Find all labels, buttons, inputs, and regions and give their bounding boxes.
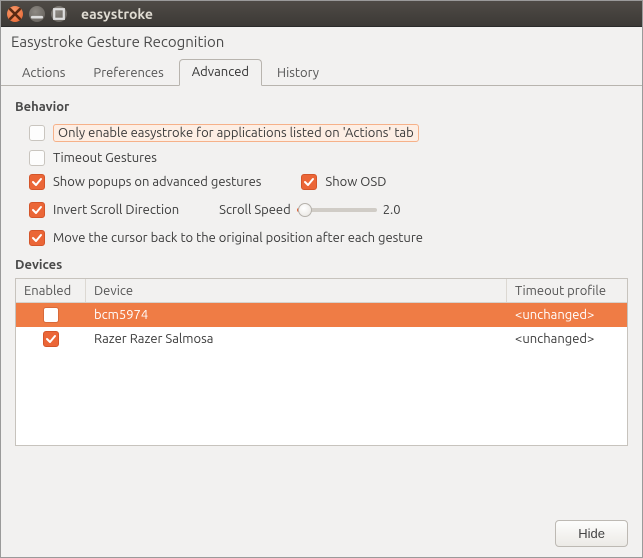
- device-timeout: <unchanged>: [507, 332, 627, 346]
- col-timeout[interactable]: Timeout profile: [507, 279, 627, 302]
- behavior-heading: Behavior: [15, 100, 628, 114]
- table-header: Enabled Device Timeout profile: [16, 279, 627, 303]
- col-enabled[interactable]: Enabled: [16, 279, 86, 302]
- devices-heading: Devices: [15, 258, 628, 272]
- tab-preferences[interactable]: Preferences: [80, 60, 176, 86]
- scroll-speed-label: Scroll Speed: [219, 203, 291, 217]
- show-popups-label: Show popups on advanced gestures: [53, 175, 261, 189]
- invert-scroll-label: Invert Scroll Direction: [53, 203, 179, 217]
- scroll-speed-slider[interactable]: [297, 208, 377, 212]
- invert-scroll-checkbox[interactable]: [29, 202, 45, 218]
- timeout-gestures-checkbox[interactable]: [29, 150, 45, 166]
- window-title: easystroke: [81, 6, 153, 22]
- move-cursor-checkbox[interactable]: [29, 230, 45, 246]
- window-subtitle: Easystroke Gesture Recognition: [1, 27, 642, 58]
- scroll-speed-value: 2.0: [383, 203, 401, 217]
- only-enable-checkbox[interactable]: [29, 125, 45, 141]
- close-icon[interactable]: [7, 6, 23, 22]
- footer: Hide: [555, 520, 628, 547]
- app-window: easystroke Easystroke Gesture Recognitio…: [0, 0, 643, 558]
- maximize-icon[interactable]: [51, 6, 67, 22]
- show-osd-checkbox[interactable]: [301, 174, 317, 190]
- table-row[interactable]: bcm5974 <unchanged>: [16, 303, 627, 327]
- device-name: bcm5974: [86, 308, 507, 322]
- show-osd-label: Show OSD: [325, 175, 386, 189]
- slider-thumb-icon[interactable]: [298, 203, 312, 217]
- titlebar: easystroke: [1, 1, 642, 27]
- move-cursor-row: Move the cursor back to the original pos…: [15, 226, 628, 250]
- tab-history[interactable]: History: [264, 60, 332, 86]
- hide-button[interactable]: Hide: [555, 520, 628, 547]
- tab-advanced[interactable]: Advanced: [179, 59, 262, 86]
- tab-actions[interactable]: Actions: [9, 60, 78, 86]
- only-enable-label: Only enable easystroke for applications …: [53, 124, 419, 142]
- tabs: Actions Preferences Advanced History: [1, 58, 642, 86]
- devices-table: Enabled Device Timeout profile bcm5974 <…: [15, 278, 628, 446]
- device-enabled-checkbox[interactable]: [43, 307, 59, 323]
- device-timeout: <unchanged>: [507, 308, 627, 322]
- device-enabled-checkbox[interactable]: [43, 331, 59, 347]
- device-name: Razer Razer Salmosa: [86, 332, 507, 346]
- timeout-gestures-row: Timeout Gestures: [15, 146, 628, 170]
- only-enable-row: Only enable easystroke for applications …: [15, 120, 628, 146]
- timeout-gestures-label: Timeout Gestures: [53, 151, 157, 165]
- move-cursor-label: Move the cursor back to the original pos…: [53, 231, 423, 245]
- col-device[interactable]: Device: [86, 279, 507, 302]
- advanced-panel: Behavior Only enable easystroke for appl…: [1, 86, 642, 454]
- show-popups-checkbox[interactable]: [29, 174, 45, 190]
- minimize-icon[interactable]: [29, 6, 45, 22]
- table-row[interactable]: Razer Razer Salmosa <unchanged>: [16, 327, 627, 351]
